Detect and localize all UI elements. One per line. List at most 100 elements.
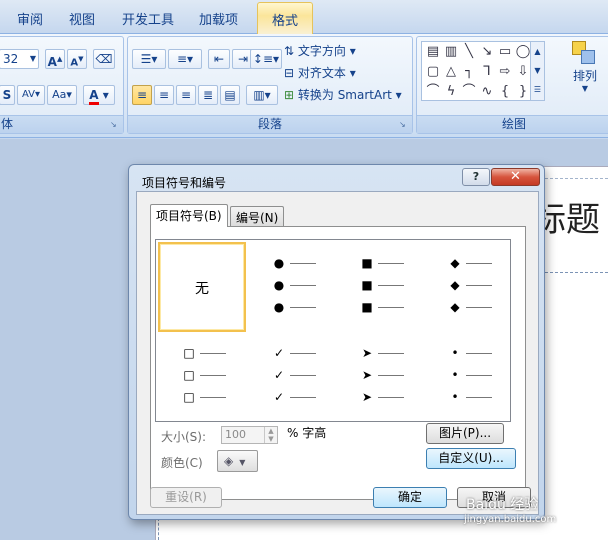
bullet-line: • xyxy=(448,368,508,382)
text-direction-button[interactable]: ⇅ 文字方向 ▾ xyxy=(284,43,356,59)
font-dialog-launcher[interactable]: ↘ xyxy=(110,120,120,130)
bullet-line: ■ xyxy=(360,300,420,314)
arc-icon[interactable]: ⌒ xyxy=(460,84,478,100)
bullet-option-round[interactable]: ● ● ● xyxy=(248,242,336,332)
numbering-button[interactable]: ≡▾ xyxy=(168,49,202,69)
bullet-list-icon: ☰▾ xyxy=(140,52,158,66)
bullet-option-arrow[interactable]: ➤ ➤ ➤ xyxy=(336,332,424,422)
shapes-scroll[interactable]: ▲ ▼ ☰ xyxy=(530,42,544,100)
bullet-option-diamond[interactable]: ◆ ◆ ◆ xyxy=(424,242,512,332)
filled-diamond-icon: ◆ xyxy=(450,278,460,292)
convert-smartart-button[interactable]: ⊞ 转换为 SmartArt ▾ xyxy=(284,87,402,103)
reset-button[interactable]: 重设(R) xyxy=(150,487,222,508)
ribbon-tab-bar: 审阅 视图 开发工具 加载项 格式 xyxy=(0,0,608,35)
align-left-button[interactable]: ≡ xyxy=(132,85,152,105)
distributed-button[interactable]: ▤ xyxy=(220,85,240,105)
clear-format-button[interactable]: ⌫ xyxy=(93,49,115,69)
arrowhead-icon: ➤ xyxy=(361,346,373,360)
text-direction-icon: ⇅ xyxy=(284,44,298,58)
rounded-rect-icon[interactable]: ▢ xyxy=(424,64,442,80)
font-color-button[interactable]: A ▾ xyxy=(83,85,115,105)
tab-view[interactable]: 视图 xyxy=(69,9,95,28)
reset-button-label: 重设(R) xyxy=(165,490,207,504)
close-button[interactable]: ✕ xyxy=(491,168,540,186)
elbow-connector-icon[interactable]: ┐ xyxy=(460,64,478,80)
curve-icon[interactable]: ∿ xyxy=(478,84,496,100)
bullet-option-hollow-square[interactable]: □ □ □ xyxy=(158,332,246,422)
brace-icon[interactable]: { xyxy=(496,84,514,100)
lightning-icon[interactable]: ϟ xyxy=(442,84,460,100)
char-spacing-button[interactable]: AV▾ xyxy=(17,85,45,105)
line-spacing-button[interactable]: ↕≡▾ xyxy=(250,49,282,69)
change-case-button[interactable]: Aa▾ xyxy=(47,85,77,105)
font-size-combo[interactable]: 32 ▼ xyxy=(0,49,39,69)
textbox-icon[interactable]: ▤ xyxy=(424,44,442,60)
filled-square-icon: ■ xyxy=(361,256,373,270)
placeholder-border xyxy=(540,178,608,179)
tab-review[interactable]: 审阅 xyxy=(17,9,43,28)
align-center-button[interactable]: ≡ xyxy=(154,85,174,105)
tab-numbered[interactable]: 编号(N) xyxy=(230,206,285,226)
help-button[interactable]: ? xyxy=(462,168,490,186)
shapes-gallery[interactable]: ▤ ▥ ╲ ↘ ▭ ◯ ▢ △ ┐ ⅂ ⇨ ⇩ ⌒ ϟ ⌒ ∿ { } ▲ ▼ ☰ xyxy=(421,41,545,101)
justify-icon: ≣ xyxy=(202,88,214,102)
picture-button[interactable]: 图片(P)... xyxy=(426,423,504,444)
bullet-option-check[interactable]: ✓ ✓ ✓ xyxy=(248,332,336,422)
tab-developer[interactable]: 开发工具 xyxy=(122,9,174,28)
size-label: 大小(S): xyxy=(161,430,207,444)
paragraph-group: ☰▾ ≡▾ ⇤ ⇥ ↕≡▾ ⇅ 文字方向 ▾ ⊟ 对齐文本 ▾ ⊞ 转换为 Sm… xyxy=(127,36,413,134)
bullet-line: ✓ xyxy=(272,368,332,382)
filled-circle-icon: ● xyxy=(273,278,285,292)
spinner-arrows-icon[interactable]: ▲ ▼ xyxy=(264,427,277,443)
shadow-button[interactable]: S xyxy=(0,85,15,105)
bullet-option-square[interactable]: ■ ■ ■ xyxy=(336,242,424,332)
small-dot-icon: • xyxy=(451,368,459,382)
tab-format[interactable]: 格式 xyxy=(257,2,314,35)
bullet-option-none[interactable]: 无 xyxy=(158,242,246,332)
arrange-label: 排列 xyxy=(572,69,597,83)
grow-font-button[interactable]: A▲ xyxy=(45,49,65,69)
align-right-button[interactable]: ≡ xyxy=(176,85,196,105)
right-arrow-icon[interactable]: ⇨ xyxy=(496,64,514,80)
text-direction-label: 文字方向 xyxy=(297,44,346,58)
ok-button-label: 确定 xyxy=(397,490,422,504)
watermark-logo: Baidu 经验 xyxy=(466,497,539,513)
ok-button[interactable]: 确定 xyxy=(373,487,447,508)
shrink-font-button[interactable]: A▼ xyxy=(67,49,87,69)
freeform-icon[interactable]: ⌒ xyxy=(424,84,442,100)
bullet-line: ✓ xyxy=(272,390,332,404)
chevron-down-icon: ▼ xyxy=(581,84,589,93)
decrease-indent-button[interactable]: ⇤ xyxy=(208,49,230,69)
tab-addins[interactable]: 加载项 xyxy=(199,9,238,28)
close-icon: ✕ xyxy=(510,169,521,184)
watermark-url: jingyan.baidu.com xyxy=(464,514,557,525)
bullet-line: □ xyxy=(182,346,242,360)
size-spinner[interactable]: 100 ▲ ▼ xyxy=(221,426,278,444)
arrow-line-icon[interactable]: ↘ xyxy=(478,44,496,60)
bullet-option-small-dot[interactable]: • • • xyxy=(424,332,512,422)
chevron-down-icon: ▼ xyxy=(29,54,36,63)
align-text-label: 对齐文本 xyxy=(297,66,346,80)
bullets-numbering-dialog: 项目符号和编号 ? ✕ 项目符号(B) 编号(N) 无 ● ● ● ■ ■ ■ … xyxy=(128,164,545,520)
vertical-textbox-icon[interactable]: ▥ xyxy=(442,44,460,60)
rectangle-icon[interactable]: ▭ xyxy=(496,44,514,60)
line-icon[interactable]: ╲ xyxy=(460,44,478,60)
align-center-icon: ≡ xyxy=(158,88,170,102)
align-text-button[interactable]: ⊟ 对齐文本 ▾ xyxy=(284,65,356,81)
paragraph-dialog-launcher[interactable]: ↘ xyxy=(399,120,409,130)
columns-button[interactable]: ▥▾ xyxy=(246,85,278,105)
color-label: 颜色(C) xyxy=(161,456,203,470)
arrange-button[interactable]: 排列 ▼ xyxy=(565,39,605,103)
elbow-arrow-icon[interactable]: ⅂ xyxy=(478,64,496,80)
placeholder-border xyxy=(540,272,608,273)
customize-button[interactable]: 自定义(U)... xyxy=(426,448,516,469)
bullet-line: ◆ xyxy=(448,300,508,314)
size-unit-label: % 字高 xyxy=(287,426,327,440)
tab-bulleted[interactable]: 项目符号(B) xyxy=(150,204,228,227)
justify-button[interactable]: ≣ xyxy=(198,85,218,105)
bullets-button[interactable]: ☰▾ xyxy=(132,49,166,69)
color-picker-button[interactable]: ◈ ▼ xyxy=(217,450,258,472)
filled-square-icon: ■ xyxy=(361,278,373,292)
tab-numbered-label: 编号(N) xyxy=(236,211,279,225)
triangle-icon[interactable]: △ xyxy=(442,64,460,80)
